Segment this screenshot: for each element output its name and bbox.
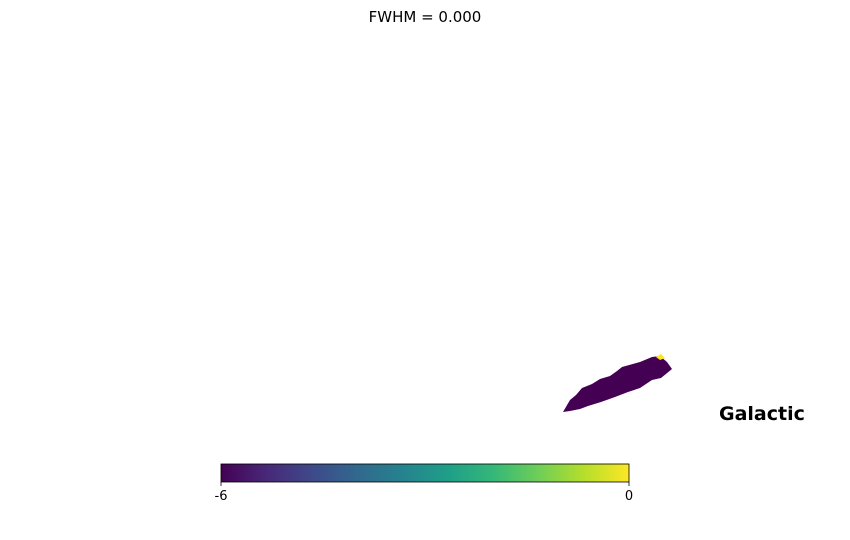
colorbar-gradient xyxy=(220,463,630,483)
colorbar-tick-label-max: 0 xyxy=(625,489,633,504)
map-region-patch xyxy=(563,356,672,412)
healpix-map-figure: FWHM = 0.000 Galactic -6 0 xyxy=(215,8,805,504)
colorbar-tick-label-min: -6 xyxy=(215,489,228,504)
colorbar: -6 0 xyxy=(215,463,633,504)
map-area xyxy=(563,354,672,412)
coord-system-label: Galactic xyxy=(719,403,805,425)
chart-title: FWHM = 0.000 xyxy=(369,8,482,26)
